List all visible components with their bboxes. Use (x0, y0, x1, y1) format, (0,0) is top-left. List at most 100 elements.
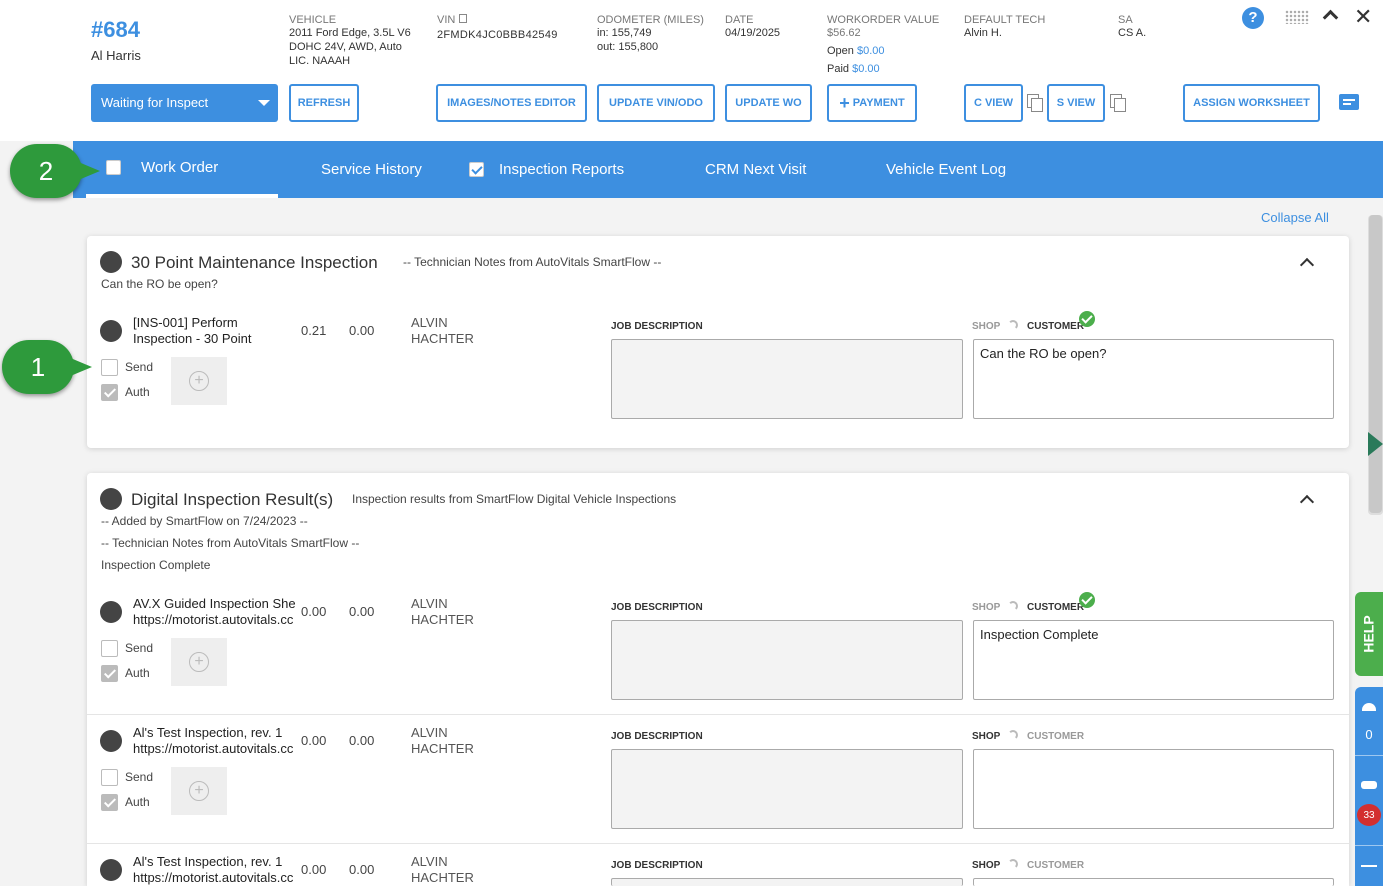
customer-note-field[interactable]: Can the RO be open? (973, 339, 1334, 419)
auth-checkbox[interactable] (101, 665, 118, 682)
payment-button[interactable]: + PAYMENT (827, 84, 917, 122)
job-price[interactable]: 0.00 (349, 733, 374, 748)
customer-label[interactable]: CUSTOMER (1027, 731, 1084, 742)
side-panel: 0 (1355, 687, 1383, 886)
tab-work-order[interactable]: Work Order (86, 141, 278, 198)
job-name[interactable]: Al's Test Inspection, rev. 1 https://moto… (133, 725, 303, 757)
tab-vehicle-event-log[interactable]: Vehicle Event Log (886, 141, 1006, 198)
job-description-field[interactable] (611, 339, 963, 419)
status-dropdown[interactable]: Waiting for Inspect (91, 84, 278, 122)
close-icon[interactable]: ✕ (1354, 4, 1372, 30)
tab-service-history[interactable]: Service History (321, 141, 422, 198)
s-view-button[interactable]: S VIEW (1047, 84, 1105, 122)
send-checkbox[interactable] (101, 640, 118, 657)
job-tech-line1: ALVIN (411, 854, 448, 869)
job-status-dot[interactable] (100, 859, 122, 881)
refresh-button[interactable]: REFRESH (289, 84, 359, 122)
job-hours[interactable]: 0.00 (301, 733, 326, 748)
card-subtitle: Inspection results from SmartFlow Digita… (352, 492, 677, 506)
help-tab[interactable]: HELP (1355, 592, 1383, 676)
job-tech: ALVIN HACHTER (411, 596, 474, 628)
copy-vin-icon[interactable] (459, 14, 467, 23)
open-row: Open $0.00 (827, 45, 885, 58)
people-icon[interactable] (1362, 703, 1376, 711)
update-vin-odo-button[interactable]: UPDATE VIN/ODO (597, 84, 715, 122)
help-icon[interactable]: ? (1242, 7, 1264, 29)
job-status-dot[interactable] (100, 320, 122, 342)
collapse-header-icon[interactable] (1322, 9, 1339, 26)
paid-value[interactable]: $0.00 (852, 63, 880, 75)
job-name[interactable]: AV.X Guided Inspection She https://motori… (133, 596, 303, 628)
inspection-reports-checkbox[interactable] (469, 162, 484, 177)
copy-c-view-icon[interactable] (1027, 94, 1043, 112)
collapse-all-link[interactable]: Collapse All (1261, 210, 1329, 225)
payment-label: PAYMENT (852, 97, 905, 109)
car-icon[interactable] (1361, 781, 1377, 789)
chevron-up-icon[interactable] (1299, 257, 1315, 273)
add-attachment-button[interactable]: + (171, 638, 227, 686)
job-description-label: JOB DESCRIPTION (611, 860, 703, 871)
card-note-added: -- Added by SmartFlow on 7/24/2023 -- (101, 514, 308, 528)
job-description-field[interactable] (611, 749, 963, 829)
chevron-up-icon[interactable] (1299, 494, 1315, 510)
open-label: Open (827, 45, 854, 57)
status-dot[interactable] (100, 488, 122, 510)
job-name[interactable]: [INS-001] Perform Inspection - 30 Point (133, 315, 293, 347)
tab-bar: Work Order Service History Inspection Re… (73, 141, 1383, 198)
status-value: Waiting for Inspect (101, 95, 209, 110)
apps-grid-icon[interactable] (1285, 10, 1309, 24)
copy-s-view-icon[interactable] (1110, 94, 1126, 112)
job-hours[interactable]: 0.21 (301, 323, 326, 338)
customer-note-field[interactable] (973, 878, 1334, 886)
job-name-line1: AV.X Guided Inspection She (133, 596, 296, 611)
job-price[interactable]: 0.00 (349, 604, 374, 619)
c-view-button[interactable]: C VIEW (964, 84, 1023, 122)
images-notes-editor-button[interactable]: IMAGES/NOTES EDITOR (436, 84, 587, 122)
job-tech-line1: ALVIN (411, 725, 448, 740)
shop-label[interactable]: SHOP (972, 602, 1000, 613)
scrollbar-thumb[interactable] (1369, 215, 1382, 513)
auth-checkbox[interactable] (101, 794, 118, 811)
job-description-field[interactable] (611, 620, 963, 700)
add-attachment-button[interactable]: + (171, 767, 227, 815)
job-price[interactable]: 0.00 (349, 862, 374, 877)
send-checkbox[interactable] (101, 359, 118, 376)
shop-label[interactable]: SHOP (972, 321, 1000, 332)
header: #684 Al Harris VEHICLE 2011 Ford Edge, 3… (0, 0, 1383, 141)
customer-label[interactable]: CUSTOMER (1027, 321, 1084, 332)
job-tech-line2: HACHTER (411, 612, 474, 627)
tab-vehicle-event-log-label: Vehicle Event Log (886, 161, 1007, 178)
side-divider (1355, 755, 1383, 756)
vehicle-line1: 2011 Ford Edge, 3.5L V6 (289, 27, 411, 39)
tab-crm-next-visit[interactable]: CRM Next Visit (705, 141, 806, 198)
job-status-dot[interactable] (100, 730, 122, 752)
customer-label[interactable]: CUSTOMER (1027, 602, 1084, 613)
assign-worksheet-button[interactable]: ASSIGN WORKSHEET (1183, 84, 1320, 122)
vin-value: 2FMDK4JC0BBB42549 (437, 29, 558, 41)
customer-note-field[interactable]: Inspection Complete (973, 620, 1334, 700)
auth-checkbox[interactable] (101, 384, 118, 401)
tab-inspection-reports[interactable]: Inspection Reports (469, 141, 624, 198)
job-status-dot[interactable] (100, 601, 122, 623)
job-hours[interactable]: 0.00 (301, 604, 326, 619)
job-price[interactable]: 0.00 (349, 323, 374, 338)
customer-label[interactable]: CUSTOMER (1027, 860, 1084, 871)
add-attachment-button[interactable]: + (171, 357, 227, 405)
job-name[interactable]: Al's Test Inspection, rev. 1 https://moto… (133, 854, 303, 886)
shop-label[interactable]: SHOP (972, 731, 1000, 742)
work-order-checkbox[interactable] (106, 160, 121, 175)
date-label: DATE (725, 14, 754, 26)
activity-icon[interactable] (1361, 865, 1377, 867)
vehicle-line2: DOHC 24V, AWD, Auto (289, 41, 402, 53)
open-value[interactable]: $0.00 (857, 45, 885, 57)
check-circle-icon (1079, 311, 1095, 327)
shop-label[interactable]: SHOP (972, 860, 1000, 871)
job-hours[interactable]: 0.00 (301, 862, 326, 877)
customer-name[interactable]: Al Harris (91, 48, 141, 63)
update-wo-button[interactable]: UPDATE WO (725, 84, 812, 122)
customer-note-field[interactable] (973, 749, 1334, 829)
chat-icon[interactable] (1339, 94, 1359, 110)
send-checkbox[interactable] (101, 769, 118, 786)
job-description-field[interactable] (611, 878, 963, 886)
status-dot[interactable] (100, 251, 122, 273)
